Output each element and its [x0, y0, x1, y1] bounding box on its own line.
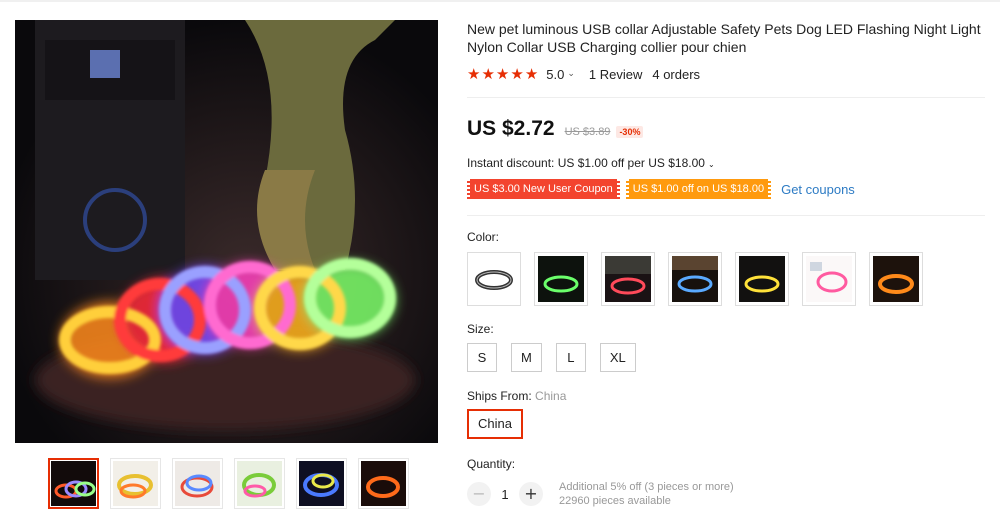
thumbnail-3[interactable] — [172, 458, 223, 509]
get-coupons-link[interactable]: Get coupons — [781, 182, 855, 197]
swatch-image — [672, 256, 718, 302]
plus-icon[interactable]: + — [519, 482, 543, 506]
star-icon: ★ — [510, 64, 524, 83]
ships-from-value: China — [535, 389, 567, 403]
store-coupon[interactable]: US $1.00 off on US $18.00 — [625, 179, 772, 199]
size-options: S M L XL — [467, 343, 636, 372]
thumbnail-1[interactable] — [48, 458, 99, 509]
instant-discount-text: Instant discount: US $1.00 off per US $1… — [467, 156, 705, 170]
thumbnail-image — [175, 461, 220, 506]
rating-value[interactable]: 5.0 — [546, 67, 564, 82]
orders-count: 4 orders — [652, 66, 701, 82]
color-swatches — [467, 252, 923, 306]
quantity-value[interactable]: 1 — [491, 487, 519, 502]
color-swatch[interactable] — [467, 252, 521, 306]
thumbnail-image — [299, 461, 344, 506]
thumbnail-5[interactable] — [296, 458, 347, 509]
quantity-label: Quantity: — [467, 457, 516, 471]
top-divider — [0, 0, 1000, 2]
size-option-m[interactable]: M — [511, 343, 542, 372]
star-icon: ★ — [524, 64, 539, 83]
color-swatch[interactable] — [802, 252, 856, 306]
size-option-s[interactable]: S — [467, 343, 497, 372]
stock-available: 22960 pieces available — [559, 495, 671, 507]
swatch-image — [739, 256, 785, 302]
star-icon: ★ — [495, 64, 510, 83]
color-swatch[interactable] — [869, 252, 923, 306]
size-label: Size: — [467, 322, 494, 336]
ships-from-title: Ships From: — [467, 389, 532, 403]
new-user-coupon[interactable]: US $3.00 New User Coupon — [467, 179, 620, 199]
product-title: New pet luminous USB collar Adjustable S… — [467, 21, 981, 55]
led-collars-illustration — [15, 20, 438, 443]
chevron-down-icon: ⌄ — [707, 160, 715, 169]
thumbnail-strip — [48, 458, 409, 509]
thumbnail-image — [361, 461, 406, 506]
color-swatch[interactable] — [601, 252, 655, 306]
thumbnail-image — [51, 461, 96, 506]
size-option-l[interactable]: L — [555, 343, 586, 372]
quantity-note: Additional 5% off (3 pieces or more) 229… — [559, 480, 734, 508]
thumbnail-image — [113, 461, 158, 506]
thumbnail-image — [237, 461, 282, 506]
thumbnail-4[interactable] — [234, 458, 285, 509]
color-swatch[interactable] — [668, 252, 722, 306]
main-product-image[interactable] — [15, 20, 438, 443]
star-icon: ★ — [467, 64, 481, 83]
reviews-link[interactable]: 1 Review — [589, 67, 642, 82]
quantity-stepper: − 1 + Additional 5% off (3 pieces or mor… — [467, 480, 734, 508]
swatch-image — [806, 256, 852, 302]
thumbnail-2[interactable] — [110, 458, 161, 509]
coupon-row: US $3.00 New User Coupon US $1.00 off on… — [467, 179, 855, 199]
rating-stars: ★ ★ ★ ★ ★ — [467, 64, 539, 83]
ships-from-option-china[interactable]: China — [467, 409, 523, 439]
ships-from-label: Ships From: China — [467, 389, 566, 403]
price-row: US $2.72 US $3.89 -30% — [467, 117, 644, 141]
divider — [467, 215, 985, 216]
color-swatch[interactable] — [735, 252, 789, 306]
current-price: US $2.72 — [467, 117, 555, 140]
star-icon: ★ — [481, 64, 495, 83]
rating-row: ★ ★ ★ ★ ★ 5.0 ⌄ 1 Review 4 orders — [467, 66, 700, 82]
color-swatch[interactable] — [534, 252, 588, 306]
discount-badge: -30% — [616, 126, 644, 138]
instant-discount[interactable]: Instant discount: US $1.00 off per US $1… — [467, 156, 715, 170]
thumbnail-6[interactable] — [358, 458, 409, 509]
bulk-discount-note: Additional 5% off (3 pieces or more) — [559, 481, 734, 493]
original-price: US $3.89 — [564, 126, 611, 138]
swatch-image — [873, 256, 919, 302]
chevron-down-icon[interactable]: ⌄ — [567, 69, 575, 79]
swatch-image — [538, 256, 584, 302]
swatch-image — [471, 256, 517, 302]
swatch-image — [605, 256, 651, 302]
size-option-xl[interactable]: XL — [599, 343, 636, 372]
minus-icon[interactable]: − — [467, 482, 491, 506]
divider — [467, 97, 985, 98]
color-label: Color: — [467, 230, 500, 244]
